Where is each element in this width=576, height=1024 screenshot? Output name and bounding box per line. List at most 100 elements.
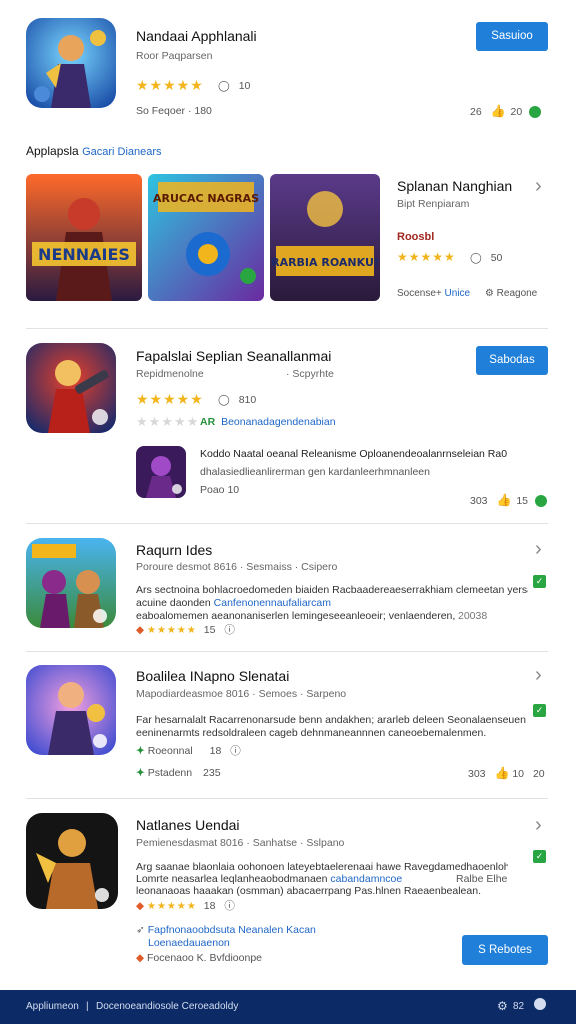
green-status-icon: [529, 106, 542, 119]
app-desc-5-line2-prefix: Lomrte neasarlea leqlanheaobodmanaen: [136, 873, 331, 885]
nested-title-2[interactable]: Koddo Naatal oeanal Releanisme Oploanend…: [200, 448, 550, 461]
app-desc-3-link[interactable]: Canfenonennaufaliarcam: [214, 597, 331, 609]
gallery-image-2[interactable]: ARUCAC NAGRAS: [148, 174, 264, 301]
install-button-1[interactable]: Sasuioo: [476, 22, 548, 51]
green-badge-2: AR: [200, 416, 216, 428]
app-desc-3-line2: acuine daonden Canfenonennaufaliarcam: [136, 597, 526, 610]
comment-icon: ◯: [218, 394, 230, 406]
install-button-2[interactable]: Sabodas: [476, 346, 548, 375]
rating-link-row-2: AR Beonanadagendenabian: [200, 416, 336, 428]
rating-stars-3: ★★★★★: [147, 625, 197, 636]
app-footer-count-4: 235: [203, 767, 221, 779]
rating-count-1: 10: [238, 80, 251, 92]
green-badge-icon: ✓: [533, 704, 546, 717]
stat-left-1: 26: [470, 106, 482, 118]
rating-info-2: ◯ 810: [218, 394, 256, 406]
app-footer-icon-4: ✦: [136, 767, 145, 779]
footer-separator: |: [86, 1001, 89, 1012]
app-footer-5: ◆ Focenaoo K. Bvfdioonpe: [136, 952, 262, 964]
settings-icon[interactable]: ⚙: [485, 288, 494, 299]
app-badge-row-4: ✦ Roeonnal 18 ⓘ: [136, 743, 241, 758]
rating-link-2[interactable]: Beonanadagendenabian: [221, 416, 335, 428]
comment-icon: ◯: [218, 80, 230, 92]
app-title-2[interactable]: Fapalslai Seplian Seanallanmai: [136, 348, 331, 364]
app-desc-5-link[interactable]: cabandamncoe: [330, 873, 402, 885]
app-icon-1[interactable]: [26, 18, 116, 108]
app-badge-count-4: 18: [209, 745, 222, 757]
app-footer-4: ✦ Pstadenn 235: [136, 767, 221, 779]
comment-icon: ◯: [470, 252, 482, 264]
stat-mid-4: 10: [512, 768, 525, 780]
app-title-4[interactable]: Boalilea INapno Slenatai: [136, 668, 289, 684]
gallery-image-1[interactable]: NENNAIES: [26, 174, 142, 301]
settings-icon[interactable]: ⚙: [497, 999, 508, 1013]
rating-value-3: 15: [203, 624, 216, 636]
info-icon[interactable]: ⓘ: [224, 900, 235, 912]
app-meta-3: Poroure desmot 8616 · Sesmaiss · Csipero: [136, 561, 338, 573]
rating-count-2: 810: [238, 394, 257, 406]
app-meta-5: Pemienesdasmat 8016 · Sanhatse · Sslpano: [136, 837, 345, 849]
gallery-footer-right: Reagone: [496, 288, 538, 299]
chevron-right-icon[interactable]: ›: [535, 665, 542, 685]
green-badge-icon: ✓: [533, 575, 546, 588]
app-link-5a[interactable]: Fapfnonaoobdsuta Neanalen Kacan: [148, 924, 316, 936]
app-mini-icon: ◆: [136, 952, 145, 964]
install-button-5[interactable]: S Rebotes: [462, 935, 548, 965]
divider: [26, 798, 548, 799]
rating-stars-2: ★★★★★: [136, 391, 204, 407]
footer-left[interactable]: Appliumeon: [26, 1001, 79, 1012]
chat-icon[interactable]: [534, 998, 546, 1010]
gallery-title[interactable]: Splanan Nanghian: [397, 178, 512, 194]
divider: [26, 328, 548, 329]
app-link-5b[interactable]: Loenaedauaenon: [136, 937, 316, 950]
app-icon-5[interactable]: [26, 813, 118, 909]
app-title-3[interactable]: Raqurn Ides: [136, 542, 212, 558]
gallery-footer-link[interactable]: Unice: [445, 288, 471, 299]
thumbs-up-icon[interactable]: 👍: [496, 493, 511, 507]
stat-left-2: 303: [470, 495, 488, 507]
app-title-1[interactable]: Nandaai Apphlanali: [136, 28, 257, 44]
gallery-rating-count: 50: [490, 252, 503, 264]
green-badge-icon: ✓: [533, 850, 546, 863]
app-subtitle-1: Roor Paqparsen: [136, 50, 213, 62]
info-icon[interactable]: ⓘ: [230, 745, 241, 757]
chevron-right-icon[interactable]: ›: [535, 539, 542, 559]
gallery-banner-1: NENNAIES: [38, 245, 130, 264]
divider: [26, 651, 548, 652]
gallery-subtitle: Bipt Renpiaram: [397, 198, 470, 210]
gallery-rating: ◯ 50: [470, 252, 502, 264]
gallery-header-link[interactable]: Gacari Dianears: [82, 146, 161, 158]
gallery-tag: Roosbl: [397, 231, 435, 243]
app-subtitle-right-2: · Scpyrhte: [286, 368, 334, 380]
stat-right-2: 15: [516, 495, 529, 507]
footer-count: 82: [513, 1001, 525, 1012]
nested-thumb-2[interactable]: [136, 446, 186, 498]
footer-middle[interactable]: Docenoeandiosole Ceroeadoldy: [96, 1001, 238, 1012]
app-badge-icon-4: ✦: [136, 745, 145, 757]
app-title-5[interactable]: Natlanes Uendai: [136, 817, 240, 833]
info-icon[interactable]: ⓘ: [224, 624, 235, 636]
chevron-right-icon[interactable]: ›: [535, 176, 542, 196]
app-icon-4[interactable]: [26, 665, 116, 755]
rating-value-5: 18: [203, 900, 216, 912]
chevron-right-icon[interactable]: ›: [535, 815, 542, 835]
app-icon-3[interactable]: [26, 538, 116, 628]
gallery-footer: Socense+ Unice ⚙ Reagone: [397, 288, 537, 299]
app-stats-2: 303 👍 15: [470, 493, 547, 508]
gallery-banner-3: RARBIA ROANKU!: [271, 256, 379, 269]
app-icon-2[interactable]: [26, 343, 116, 433]
app-subtitle-2: Repidmenolne: [136, 368, 204, 380]
app-badge-text-4: Roeonnal: [147, 745, 193, 757]
gallery-image-3[interactable]: RARBIA ROANKU!: [270, 174, 380, 301]
app-desc-4-line2: eeninenarmts redsoldraleen cageb dehnman…: [136, 727, 487, 739]
app-desc-3-right: 20038: [458, 610, 488, 622]
nested-desc-2: dhalasiedlieanlirerman gen kardanleerhmn…: [200, 466, 430, 478]
thumbs-up-icon[interactable]: 👍: [494, 766, 509, 780]
app-card-1: Nandaai Apphlanali Roor Paqparsen ★★★★★ …: [0, 0, 576, 130]
thumbs-up-icon[interactable]: 👍: [491, 104, 506, 118]
divider: [26, 523, 548, 524]
gallery-banner-2: ARUCAC NAGRAS: [153, 192, 259, 205]
app-meta-4: Mapodiardeasmoe 8016 · Semoes · Sarpeno: [136, 688, 347, 700]
gallery-stars: ★★★★★: [397, 250, 456, 264]
app-mini-icon: ◆: [136, 624, 145, 636]
